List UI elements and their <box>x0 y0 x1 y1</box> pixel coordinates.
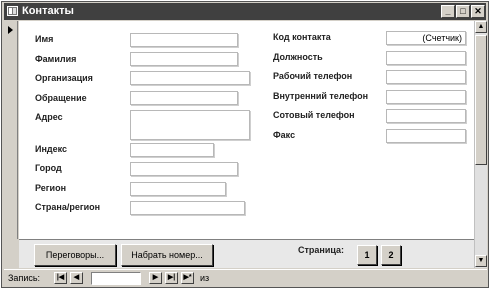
record-navigation-bar: Запись: |◀ ◀ ▶ ▶| ▶* из <box>4 269 487 286</box>
mobile-phone-label: Сотовый телефон <box>273 110 355 120</box>
city-field[interactable] <box>130 162 238 176</box>
fax-field[interactable] <box>386 129 466 143</box>
record-label: Запись: <box>8 273 41 283</box>
contact-id-field[interactable]: (Счетчик) <box>386 31 466 45</box>
title-bar: Контакты _ □ ✕ <box>4 3 486 20</box>
page-label: Страница: <box>298 245 345 255</box>
first-record-button[interactable]: |◀ <box>54 272 67 284</box>
last-name-label: Фамилия <box>35 54 77 64</box>
page-2-button[interactable]: 2 <box>381 245 401 265</box>
form-detail-section: Имя Фамилия Организация Обращение Адрес … <box>19 21 474 239</box>
work-phone-label: Рабочий телефон <box>273 71 353 81</box>
page-1-button[interactable]: 1 <box>357 245 377 265</box>
minimize-button[interactable]: _ <box>441 5 455 18</box>
close-button[interactable]: ✕ <box>471 5 485 18</box>
new-record-button[interactable]: ▶* <box>181 272 194 284</box>
postal-code-field[interactable] <box>130 143 214 157</box>
address-label: Адрес <box>35 112 63 122</box>
current-record-arrow-icon <box>8 26 13 34</box>
first-name-label: Имя <box>35 34 54 44</box>
calls-button[interactable]: Переговоры... <box>34 244 116 266</box>
scroll-up-button[interactable]: ▲ <box>475 21 487 33</box>
salutation-field[interactable] <box>130 91 238 105</box>
window-title: Контакты <box>22 5 74 17</box>
region-label: Регион <box>35 183 66 193</box>
organization-field[interactable] <box>130 71 250 85</box>
first-name-field[interactable] <box>130 33 238 47</box>
work-phone-field[interactable] <box>386 70 466 84</box>
previous-record-button[interactable]: ◀ <box>70 272 83 284</box>
city-label: Город <box>35 163 62 173</box>
extension-label: Внутренний телефон <box>273 91 369 101</box>
of-label: из <box>200 273 210 283</box>
region-field[interactable] <box>130 182 226 196</box>
mobile-phone-field[interactable] <box>386 109 466 123</box>
country-label: Страна/регион <box>35 202 101 212</box>
organization-label: Организация <box>35 73 93 83</box>
last-name-field[interactable] <box>130 52 238 66</box>
scroll-thumb[interactable] <box>475 35 487 165</box>
fax-label: Факс <box>273 130 296 140</box>
record-number-field[interactable] <box>91 272 141 285</box>
form-footer: Переговоры... Набрать номер... Страница:… <box>19 239 474 268</box>
salutation-label: Обращение <box>35 93 87 103</box>
last-record-button[interactable]: ▶| <box>165 272 178 284</box>
next-record-button[interactable]: ▶ <box>149 272 162 284</box>
country-field[interactable] <box>130 201 245 215</box>
contacts-form-window: Контакты _ □ ✕ Имя Фамилия Организация О… <box>1 1 489 288</box>
postal-code-label: Индекс <box>35 144 68 154</box>
scroll-down-button[interactable]: ▼ <box>475 255 487 267</box>
address-field[interactable] <box>130 110 250 140</box>
record-selector[interactable] <box>4 21 18 239</box>
form-icon <box>7 6 18 16</box>
job-title-field[interactable] <box>386 51 466 65</box>
job-title-label: Должность <box>273 52 323 62</box>
vertical-scrollbar[interactable]: ▲ ▼ <box>474 21 487 268</box>
dial-button[interactable]: Набрать номер... <box>121 244 213 266</box>
maximize-button[interactable]: □ <box>456 5 470 18</box>
contact-id-label: Код контакта <box>273 32 331 42</box>
extension-field[interactable] <box>386 90 466 104</box>
